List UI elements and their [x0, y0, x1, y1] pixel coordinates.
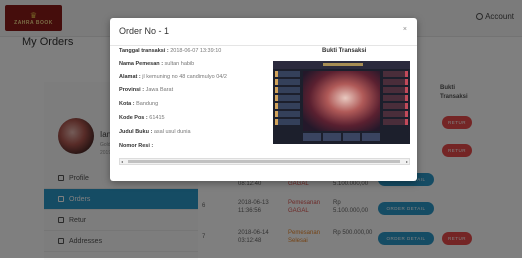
field-value: sultan habib: [163, 61, 195, 67]
proof-btn: [322, 133, 341, 141]
field-value: Jawa Barat: [144, 87, 174, 93]
proof-row: [275, 95, 300, 101]
proof-btn: [362, 133, 380, 141]
proof-row: [275, 119, 300, 125]
field-label: Alamat :: [119, 74, 141, 80]
field-label: Nomor Resi :: [119, 143, 154, 149]
field-alamat: Alamat : jl kemuning no 48 candimulyo 04…: [119, 74, 227, 80]
modal-header: Order No - 1 ×: [110, 18, 417, 46]
close-icon[interactable]: ×: [403, 26, 407, 33]
scroll-right-icon[interactable]: ▸: [406, 159, 408, 164]
scroll-left-icon[interactable]: ◂: [121, 159, 123, 164]
transaction-proof-image[interactable]: [273, 61, 410, 144]
field-judul-buku: Judul Buku : asal usul dunia: [119, 129, 191, 135]
proof-row: [383, 79, 408, 85]
field-kode-pos: Kode Pos : 61415: [119, 115, 165, 121]
scrollbar-thumb[interactable]: [128, 160, 400, 163]
proof-row: [383, 103, 408, 109]
field-value: asal usul dunia: [152, 129, 191, 135]
field-label: Kota :: [119, 101, 135, 107]
proof-image-left-panel: [275, 71, 300, 131]
bukti-transaksi-title: Bukti Transaksi: [322, 48, 367, 54]
proof-row: [275, 79, 300, 85]
field-label: Kode Pos :: [119, 115, 148, 121]
proof-row: [275, 111, 300, 117]
field-value: 2018-06-07 13:39:10: [168, 48, 222, 54]
proof-image-bottom-bar: [303, 133, 380, 141]
proof-row: [383, 119, 408, 125]
proof-btn: [342, 133, 361, 141]
field-value: jl kemuning no 48 candimulyo 04/2: [140, 74, 227, 80]
proof-btn: [303, 133, 321, 141]
field-kota: Kota : Bandung: [119, 101, 158, 107]
proof-row: [383, 87, 408, 93]
field-value: 61415: [147, 115, 165, 121]
field-nomor-resi: Nomor Resi :: [119, 143, 153, 149]
proof-image-topbar: [273, 61, 410, 69]
field-label: Provinsi :: [119, 87, 145, 93]
field-value: Bandung: [134, 101, 159, 107]
proof-row: [275, 103, 300, 109]
proof-row: [383, 71, 408, 77]
field-label: Tanggal transaksi :: [119, 48, 169, 54]
proof-image-right-panel: [383, 71, 408, 131]
field-tanggal-transaksi: Tanggal transaksi : 2018-06-07 13:39:10: [119, 48, 221, 54]
proof-image-hero: [303, 71, 380, 131]
proof-row: [383, 95, 408, 101]
proof-row: [383, 111, 408, 117]
field-provinsi: Provinsi : Jawa Barat: [119, 87, 173, 93]
field-label: Judul Buku :: [119, 129, 153, 135]
proof-row: [275, 71, 300, 77]
horizontal-scrollbar[interactable]: ◂ ▸: [119, 158, 410, 165]
order-detail-modal: Order No - 1 × Tanggal transaksi : 2018-…: [110, 18, 417, 181]
proof-row: [275, 87, 300, 93]
field-nama-pemesan: Nama Pemesan : sultan habib: [119, 61, 194, 67]
proof-image-banner: [323, 63, 363, 66]
modal-title: Order No - 1: [119, 26, 170, 36]
field-label: Nama Pemesan :: [119, 61, 164, 67]
